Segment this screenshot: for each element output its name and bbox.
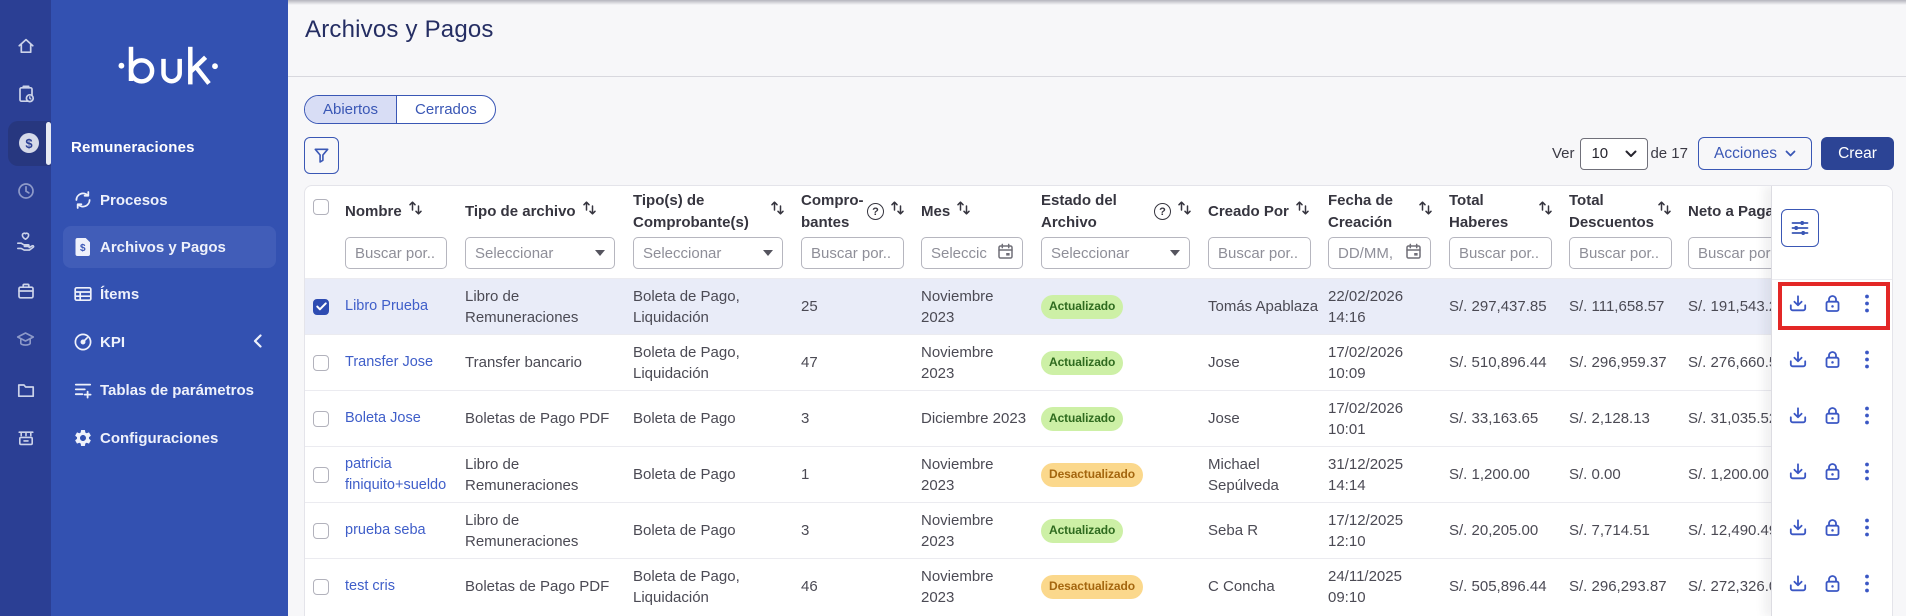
svg-text:$: $ — [80, 243, 86, 254]
